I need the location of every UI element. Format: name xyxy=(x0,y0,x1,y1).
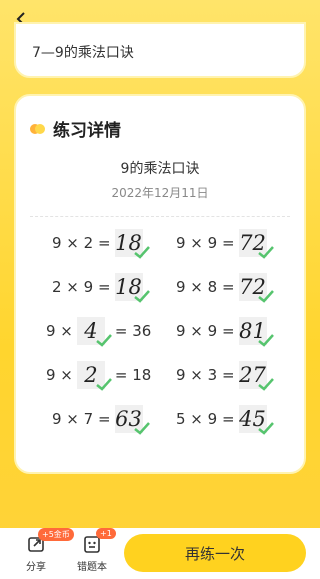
answer-box: 72 xyxy=(238,273,274,303)
equation-right: = 18 xyxy=(114,366,152,384)
equation-left: 5 × 9 = xyxy=(176,410,235,428)
answer-box: 27 xyxy=(238,361,274,391)
check-icon xyxy=(96,334,112,347)
section-title: 练习详情 xyxy=(53,121,121,141)
equation-row: 9 × 2 = 18 xyxy=(46,360,152,391)
equation-left: 2 × 9 = xyxy=(52,278,111,296)
practice-details-card: 练习详情 9的乘法口诀 2022年12月11日 9 × 2 = 18 9 × 9… xyxy=(14,94,306,474)
equation-row: 9 × 4 = 36 xyxy=(46,316,152,347)
answer-box: 72 xyxy=(238,229,274,259)
equation-left: 9 × xyxy=(46,322,73,340)
equation-row: 9 × 2 = 18 xyxy=(52,228,150,259)
answer-box: 4 xyxy=(76,317,112,347)
check-icon xyxy=(257,334,274,347)
exercise-title: 7—9的乘法口诀 xyxy=(32,45,134,61)
equation-left: 9 × 2 = xyxy=(52,234,111,252)
divider xyxy=(30,216,290,217)
equation-left: 9 × 9 = xyxy=(176,234,235,252)
check-icon xyxy=(257,246,274,259)
answer-box: 18 xyxy=(114,229,150,259)
share-label: 分享 xyxy=(26,562,46,573)
check-icon xyxy=(133,290,150,303)
check-icon xyxy=(96,378,112,391)
check-icon xyxy=(257,290,274,303)
check-icon xyxy=(257,378,274,391)
equation-right: = 36 xyxy=(114,322,152,340)
section-dot-icon xyxy=(35,123,45,134)
exercise-card[interactable]: 7—9的乘法口诀 xyxy=(14,22,306,78)
section-header: 练习详情 xyxy=(30,116,121,141)
wrong-book-label: 错题本 xyxy=(77,562,107,573)
equation-row: 9 × 9 = 81 xyxy=(176,316,274,347)
share-button[interactable]: +5金币 分享 xyxy=(16,528,74,573)
check-icon xyxy=(133,246,150,259)
answer-box: 18 xyxy=(114,273,150,303)
equation-row: 9 × 9 = 72 xyxy=(176,228,274,259)
equation-row: 2 × 9 = 18 xyxy=(52,272,150,303)
equation-row: 9 × 3 = 27 xyxy=(176,360,274,391)
wrong-book-badge: +1 xyxy=(96,528,116,539)
answer-box: 2 xyxy=(76,361,112,391)
equation-left: 9 × 3 = xyxy=(176,366,235,384)
wrong-book-button[interactable]: +1 错题本 xyxy=(72,528,116,573)
check-icon xyxy=(257,422,274,435)
share-badge: +5金币 xyxy=(38,528,74,541)
practice-title: 9的乘法口诀 xyxy=(120,161,200,177)
retry-button[interactable]: 再练一次 xyxy=(124,534,306,572)
equation-row: 5 × 9 = 45 xyxy=(176,404,274,435)
practice-date: 2022年12月11日 xyxy=(111,186,209,200)
equation-left: 9 × 9 = xyxy=(176,322,235,340)
share-icon: +5金币 xyxy=(26,528,74,554)
answer-box: 63 xyxy=(114,405,150,435)
equation-left: 9 × 7 = xyxy=(52,410,111,428)
answer-box: 81 xyxy=(238,317,274,347)
answer-box: 45 xyxy=(238,405,274,435)
check-icon xyxy=(133,422,150,435)
bottom-bar: +5金币 分享 +1 错题本 再练一次 xyxy=(0,528,320,579)
equation-left: 9 × 8 = xyxy=(176,278,235,296)
equation-row: 9 × 7 = 63 xyxy=(52,404,150,435)
wrong-book-icon: +1 xyxy=(82,528,116,554)
equation-left: 9 × xyxy=(46,366,73,384)
equation-row: 9 × 8 = 72 xyxy=(176,272,274,303)
